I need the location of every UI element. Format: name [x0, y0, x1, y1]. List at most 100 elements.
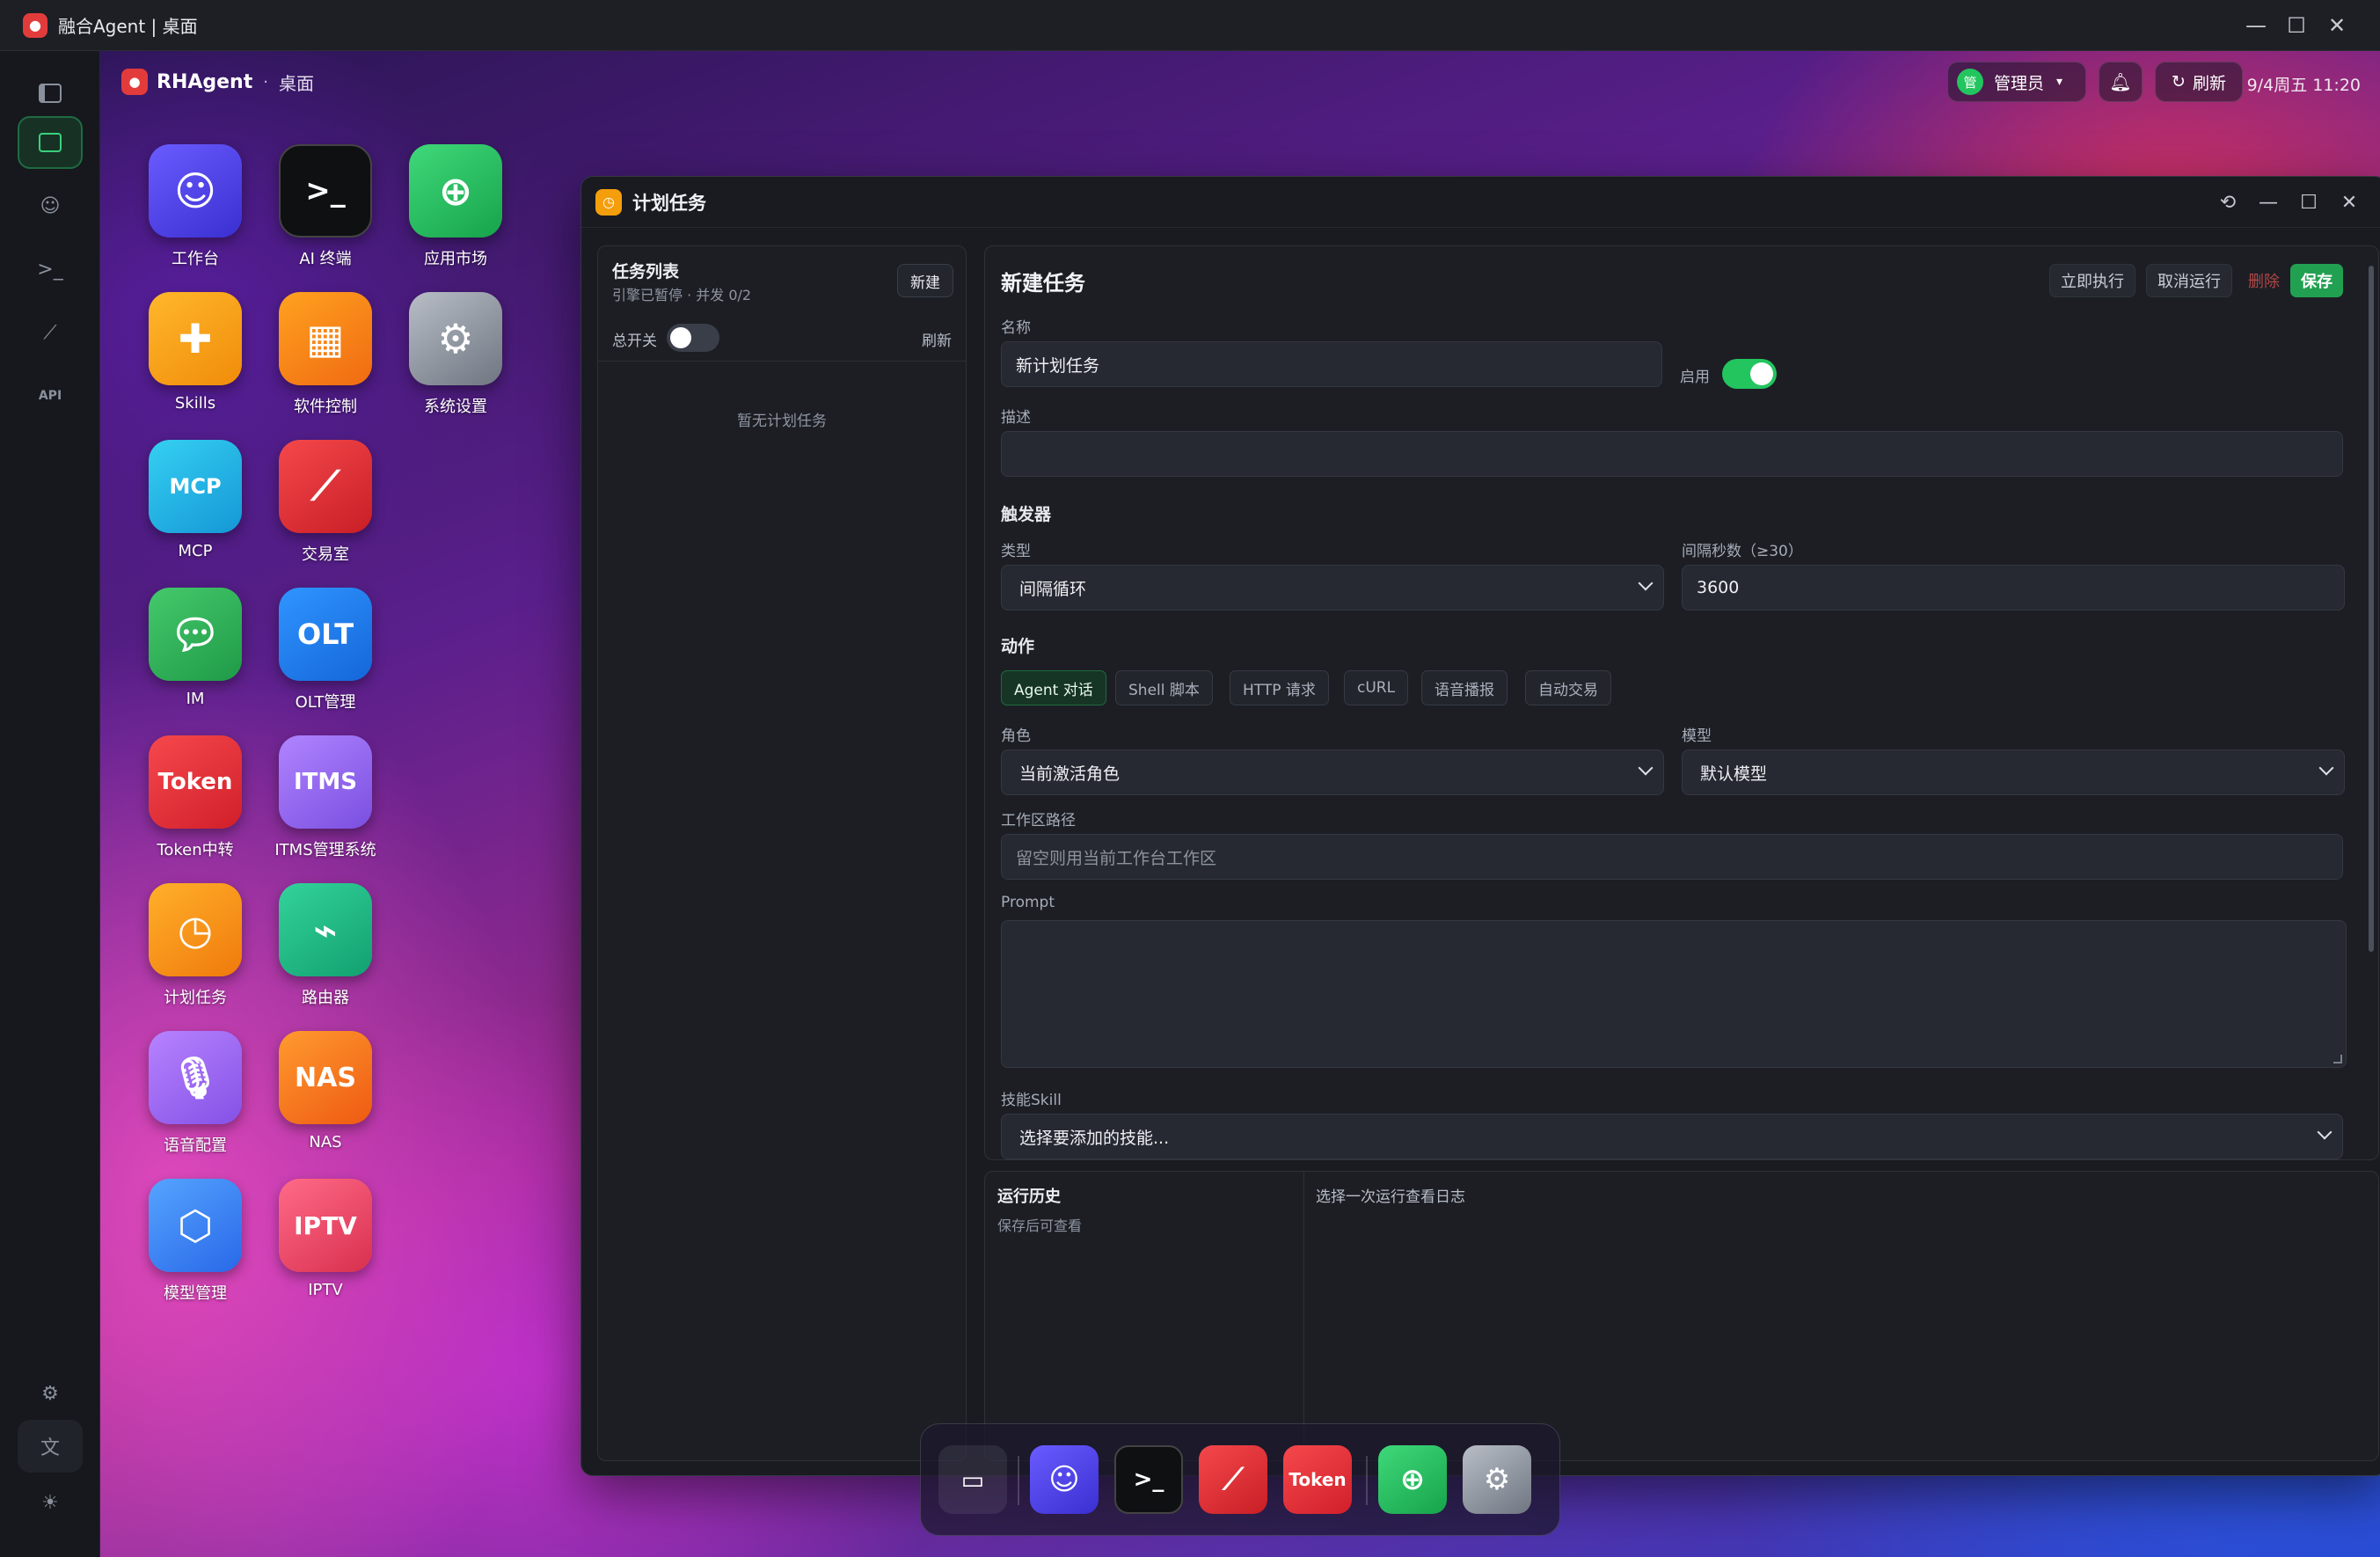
- chevron-down-icon: [1638, 575, 1654, 591]
- editor-scrollbar[interactable]: [2368, 252, 2375, 1156]
- desktop-icon-nas[interactable]: NAS NAS: [259, 1031, 391, 1163]
- bell-icon: 🔔︎: [2109, 71, 2132, 92]
- resize-handle[interactable]: [2333, 1055, 2342, 1064]
- log-placeholder: 选择一次运行查看日志: [1316, 1188, 1465, 1206]
- rail-theme-icon[interactable]: ☀: [18, 1476, 83, 1529]
- rail-language-icon[interactable]: 文: [18, 1420, 83, 1473]
- desktop-icon-iptv[interactable]: IPTV IPTV: [259, 1179, 391, 1311]
- desktop-icon-label: Skills: [174, 394, 216, 413]
- action-chip-auto-trade[interactable]: 自动交易: [1525, 670, 1611, 705]
- window-minimize-button[interactable]: —: [2249, 184, 2288, 221]
- desktop-icon-app-market[interactable]: ⊕ 应用市场: [390, 144, 522, 276]
- dock: ▭ ☺ >_ ⟋ Token ⊕ ⚙: [920, 1423, 1560, 1536]
- desktop-icon-itms[interactable]: ITMS ITMS管理系统: [259, 735, 391, 867]
- os-maximize-button[interactable]: ☐: [2276, 0, 2317, 51]
- history-title: 运行历史: [997, 1188, 1061, 1206]
- left-rail: ☺ >_ ⟋ API ⚙ 文 ☀: [0, 51, 100, 1557]
- network-icon: MCP: [149, 440, 242, 533]
- dock-chart-up-icon[interactable]: ⟋: [1199, 1445, 1267, 1514]
- desktop-icon-label: 工作台: [172, 250, 219, 268]
- rail-desktop-icon[interactable]: [18, 116, 83, 169]
- enable-toggle[interactable]: [1722, 359, 1777, 389]
- delete-button[interactable]: 删除: [2245, 264, 2283, 297]
- rail-terminal-icon[interactable]: >_: [18, 243, 83, 296]
- trigger-type-select[interactable]: 间隔循环: [1001, 565, 1664, 610]
- desktop-icon-ai-terminal[interactable]: >_ AI 终端: [259, 144, 391, 276]
- dock-gear-icon[interactable]: ⚙: [1463, 1445, 1531, 1514]
- os-close-button[interactable]: ✕: [2317, 0, 2357, 51]
- rail-settings-icon[interactable]: ⚙: [18, 1367, 83, 1420]
- divider: [598, 361, 966, 362]
- skill-value: 选择要添加的技能...: [1019, 1128, 1170, 1148]
- desktop-icon-label: NAS: [309, 1133, 342, 1151]
- terminal-icon: >_: [279, 144, 372, 238]
- action-chip-curl[interactable]: cURL: [1344, 670, 1409, 705]
- run-now-button[interactable]: 立即执行: [2049, 264, 2135, 297]
- history-icon[interactable]: ⟲: [2208, 184, 2247, 221]
- sidebar-toggle-icon[interactable]: [18, 67, 83, 120]
- rail-chart-icon[interactable]: ⟋: [18, 306, 83, 359]
- role-label: 角色: [1001, 727, 1031, 745]
- model-value: 默认模型: [1700, 764, 1768, 784]
- desktop-icon-model-management[interactable]: ⬡ 模型管理: [129, 1179, 261, 1311]
- rail-agent-icon[interactable]: ☺: [18, 179, 83, 232]
- os-minimize-button[interactable]: —: [2236, 0, 2276, 51]
- window-maximize-button[interactable]: ☐: [2289, 184, 2328, 221]
- refresh-icon: ↻: [2172, 72, 2186, 91]
- dock-robot-icon[interactable]: ☺: [1030, 1445, 1099, 1514]
- action-chip-http-request[interactable]: HTTP 请求: [1230, 670, 1329, 705]
- dock-shopping-bag-icon[interactable]: ⊕: [1378, 1445, 1447, 1514]
- desktop-icon-workbench[interactable]: ☺ 工作台: [129, 144, 261, 276]
- editor-title: 新建任务: [1001, 271, 1085, 296]
- desktop-icon-voice-config[interactable]: 🎙︎ 语音配置: [129, 1031, 261, 1163]
- desktop-icon-scheduled-task[interactable]: ◷ 计划任务: [129, 883, 261, 1015]
- dock-token-icon[interactable]: Token: [1283, 1445, 1352, 1514]
- trigger-section-title: 触发器: [1001, 505, 1052, 524]
- desktop-icon-im[interactable]: 💬︎ IM: [129, 588, 261, 720]
- desktop-icon-olt[interactable]: OLT OLT管理: [259, 588, 391, 720]
- divider: [1303, 1172, 1304, 1460]
- chip-icon: ▦: [279, 292, 372, 385]
- nas-icon: NAS: [279, 1031, 372, 1124]
- gear-icon: ⚙: [409, 292, 502, 385]
- rail-api-icon[interactable]: API: [18, 369, 83, 422]
- dock-desktop-icon[interactable]: ▭: [938, 1445, 1007, 1514]
- master-switch-toggle[interactable]: [667, 324, 719, 352]
- description-input[interactable]: [1001, 431, 2343, 477]
- desktop-icon-router[interactable]: ⌁ 路由器: [259, 883, 391, 1015]
- interval-input[interactable]: 3600: [1682, 565, 2345, 610]
- action-chip-agent-chat[interactable]: Agent 对话: [1001, 670, 1106, 705]
- task-list-refresh-button[interactable]: 刷新: [922, 328, 952, 350]
- desktop-icon-software-control[interactable]: ▦ 软件控制: [259, 292, 391, 424]
- prompt-textarea[interactable]: [1001, 920, 2347, 1068]
- desktop-icon-label: MCP: [178, 542, 213, 560]
- desktop-icon-label: 计划任务: [164, 989, 227, 1007]
- desktop-icon-label: 语音配置: [164, 1137, 227, 1155]
- master-switch-label: 总开关: [612, 333, 657, 350]
- notification-button[interactable]: 🔔︎: [2099, 62, 2143, 102]
- model-select[interactable]: 默认模型: [1682, 749, 2345, 795]
- refresh-button[interactable]: ↻ 刷新: [2155, 62, 2243, 102]
- action-chip-voice-broadcast[interactable]: 语音播报: [1421, 670, 1508, 705]
- name-input[interactable]: 新计划任务: [1001, 341, 1662, 387]
- save-button[interactable]: 保存: [2290, 264, 2343, 297]
- app-logo-icon: ●: [23, 12, 47, 38]
- desktop-icon-trading[interactable]: ⟋ 交易室: [259, 440, 391, 572]
- dock-terminal-icon[interactable]: >_: [1114, 1445, 1183, 1514]
- itms-cloud-icon: ITMS: [279, 735, 372, 829]
- desktop-icon-skills[interactable]: ✚ Skills: [129, 292, 261, 424]
- action-chip-shell-script[interactable]: Shell 脚本: [1115, 670, 1213, 705]
- skill-select[interactable]: 选择要添加的技能...: [1001, 1114, 2343, 1159]
- new-task-button[interactable]: 新建: [897, 264, 953, 297]
- desktop-icon-system-settings[interactable]: ⚙ 系统设置: [390, 292, 522, 424]
- user-menu[interactable]: 管 管理员 ▾: [1947, 62, 2086, 102]
- desktop-icon-label: ITMS管理系统: [274, 841, 376, 859]
- desktop-icon-token[interactable]: Token Token中转: [129, 735, 261, 867]
- role-select[interactable]: 当前激活角色: [1001, 749, 1664, 795]
- microphone-icon: 🎙︎: [149, 1031, 242, 1124]
- window-close-button[interactable]: ✕: [2330, 184, 2369, 221]
- cancel-run-button[interactable]: 取消运行: [2146, 264, 2232, 297]
- shopping-bag-icon: ⊕: [409, 144, 502, 238]
- desktop-icon-mcp[interactable]: MCP MCP: [129, 440, 261, 572]
- workspace-path-input[interactable]: 留空则用当前工作台工作区: [1001, 834, 2343, 880]
